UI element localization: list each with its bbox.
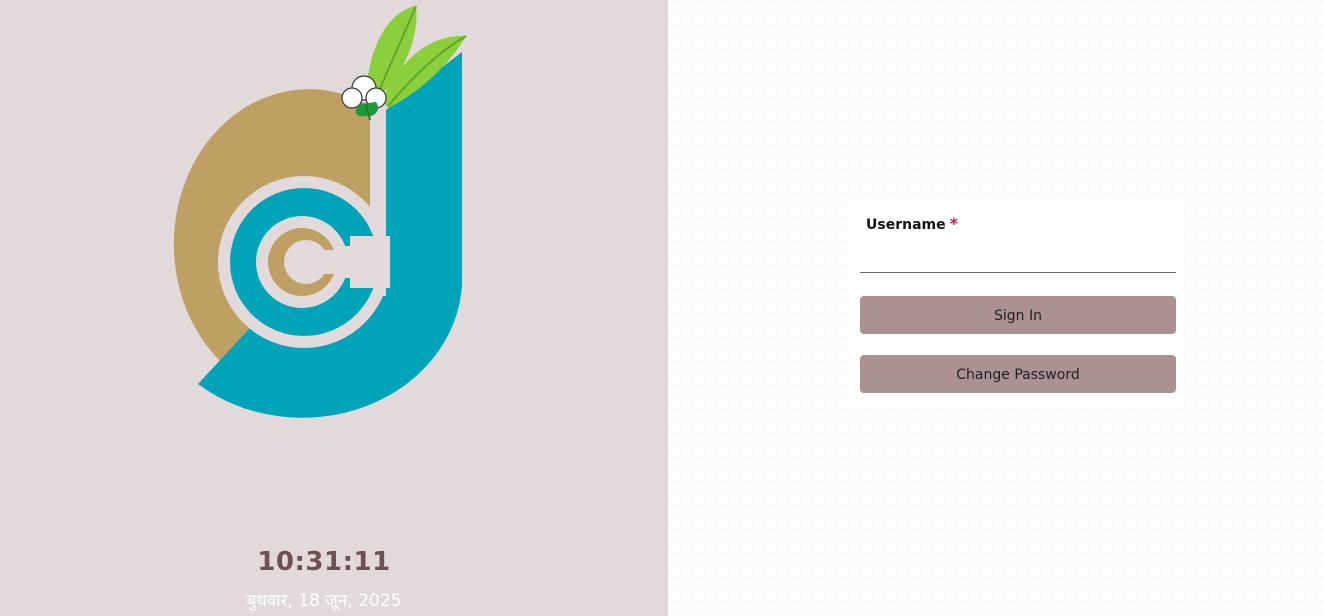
change-password-button[interactable]: Change Password (860, 355, 1176, 393)
required-marker: * (949, 214, 958, 233)
logo-icon (173, 5, 467, 418)
sign-in-button[interactable]: Sign In (860, 296, 1176, 334)
username-label-text: Username (866, 217, 946, 233)
login-panel: Username * Sign In Change Password (668, 0, 1324, 616)
login-page: 10:31:11 बुधवार, 18 जून, 2025 Username * … (0, 0, 1324, 616)
branding-panel: 10:31:11 बुधवार, 18 जून, 2025 (0, 0, 668, 616)
username-input[interactable] (860, 240, 1176, 273)
clock-time: 10:31:11 (257, 547, 391, 577)
username-label: Username * (866, 214, 958, 233)
login-card: Username * Sign In Change Password (848, 200, 1184, 406)
clock-date: बुधवार, 18 जून, 2025 (246, 591, 402, 611)
